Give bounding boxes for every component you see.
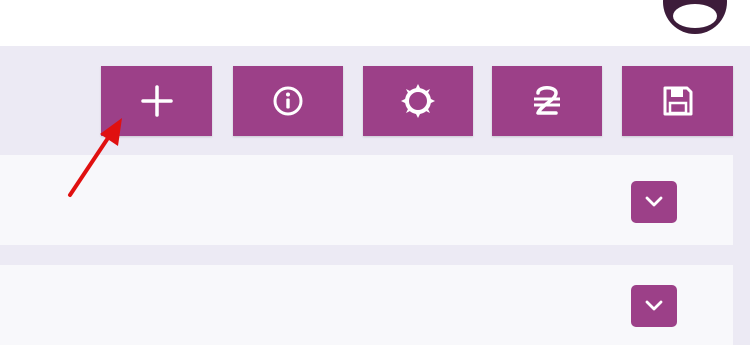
refresh-button[interactable] bbox=[363, 66, 473, 136]
currency-button[interactable] bbox=[492, 66, 602, 136]
plus-icon bbox=[140, 85, 173, 117]
expand-panel-button[interactable] bbox=[631, 285, 677, 327]
info-icon bbox=[273, 86, 303, 116]
save-icon bbox=[663, 86, 692, 116]
save-button[interactable] bbox=[622, 66, 733, 136]
refresh-icon bbox=[401, 84, 435, 118]
info-button[interactable] bbox=[233, 66, 343, 136]
collapsible-panel bbox=[0, 265, 733, 345]
expand-panel-button[interactable] bbox=[631, 181, 677, 223]
user-avatar[interactable] bbox=[663, 0, 727, 34]
top-bar bbox=[0, 0, 750, 46]
collapsible-panel bbox=[0, 155, 733, 245]
currency-icon bbox=[534, 86, 560, 115]
chevron-down-icon bbox=[645, 300, 663, 311]
chevron-down-icon bbox=[645, 196, 663, 207]
add-button[interactable] bbox=[101, 66, 212, 136]
